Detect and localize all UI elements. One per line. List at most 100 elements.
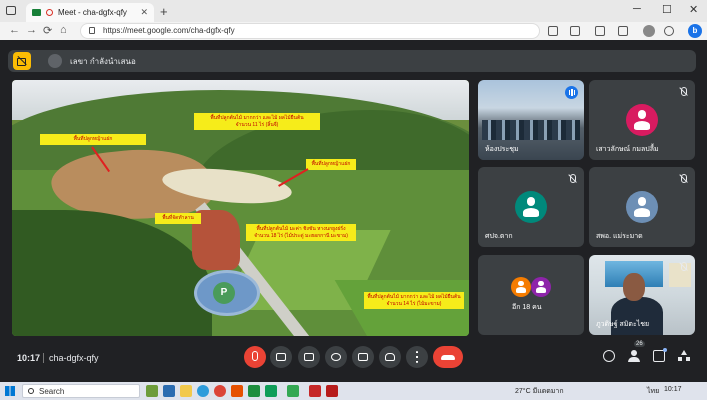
annotation-label: พื้นที่จัดทำลาน [155, 213, 201, 224]
participant-name: สพอ. แม่ระมาด [596, 233, 643, 240]
presenter-avatar [48, 54, 62, 68]
browser-chrome: Meet - cha-dgfx-qfy ✕ + ─ ☐ ✕ ← → ⟳ ⌂ ht… [0, 0, 707, 40]
meet-app-icon[interactable] [287, 385, 299, 397]
tab-meet[interactable]: Meet - cha-dgfx-qfy ✕ [26, 3, 154, 22]
avatar [626, 191, 658, 223]
meeting-attendees [482, 120, 580, 140]
search-text: Search [39, 387, 65, 396]
chrome-icon[interactable] [214, 385, 226, 397]
participant-tile[interactable]: ภูวดิษฐ์ สมิตะไชย [589, 255, 695, 335]
participant-name: เสาวลักษณ์ กมลปลื้ม [596, 146, 659, 153]
camera-toggle-button[interactable] [270, 346, 292, 368]
parking-sign: P [213, 282, 235, 304]
mic-off-icon [678, 174, 688, 184]
task-view-icon[interactable] [163, 385, 175, 397]
taskbar-search[interactable]: Search [22, 384, 140, 398]
annotation-label: พื้นที่ปลูกหญ้าแฝก [306, 159, 356, 170]
chat-notification-dot [663, 348, 667, 352]
extensions-icon[interactable] [548, 26, 558, 36]
favorites-icon[interactable] [595, 26, 605, 36]
mic-off-icon [252, 351, 258, 361]
taskbar: Search 27°C มีแดดมาก ไทย 10:17 [0, 382, 707, 400]
more-participants-tile[interactable]: อีก 18 คน [478, 255, 584, 335]
back-button[interactable]: ← [9, 24, 20, 36]
participant-tile[interactable]: ห้องประชุม [478, 80, 584, 160]
person [623, 273, 645, 301]
camera-icon [276, 353, 286, 361]
reload-button[interactable]: ⟳ [43, 24, 52, 37]
app-icon[interactable] [265, 385, 277, 397]
avatar [531, 277, 551, 297]
people-count-badge: 26 [634, 341, 645, 347]
browser-toolbar: ← → ⟳ ⌂ https://meet.google.com/cha-dgfx… [0, 22, 707, 40]
clock[interactable]: 10:17 [664, 386, 682, 393]
app-icon[interactable] [231, 385, 243, 397]
emoji-icon [331, 353, 341, 361]
tab-actions-icon[interactable] [6, 6, 16, 15]
close-window-button[interactable]: ✕ [689, 3, 698, 16]
annotation-label: พื้นที่ปลูกต้นไม้ มากกว่า และไม้ ผลไม้ยื… [364, 292, 464, 309]
mic-off-icon [678, 262, 688, 272]
mic-off-icon [678, 87, 688, 97]
bing-copilot-icon[interactable]: b [688, 24, 702, 38]
recording-icon [46, 9, 53, 16]
people-icon[interactable] [628, 350, 640, 362]
weather-text[interactable]: 27°C มีแดดมาก [515, 386, 564, 397]
participant-tile[interactable]: เสาวลักษณ์ กมลปลื้ม [589, 80, 695, 160]
pdf-app-icon[interactable] [309, 385, 321, 397]
more-options-button[interactable] [406, 346, 428, 368]
address-bar[interactable]: https://meet.google.com/cha-dgfx-qfy [80, 23, 540, 39]
speaking-indicator-icon [565, 86, 578, 99]
participant-name: ศปจ.ตาก [485, 233, 513, 240]
avatar [511, 277, 531, 297]
profile-avatar[interactable] [643, 25, 655, 37]
hand-icon [385, 353, 395, 361]
microphone-toggle-button[interactable] [244, 346, 266, 368]
annotation-label: พื้นที่ปลูกหญ้าแฝก [40, 134, 146, 145]
present-button[interactable] [352, 346, 374, 368]
end-call-icon [441, 355, 455, 360]
app-icon[interactable] [146, 385, 158, 397]
divider [43, 353, 44, 363]
meeting-controls: 10:17 cha-dgfx-qfy 26 [0, 341, 707, 382]
raise-hand-button[interactable] [379, 346, 401, 368]
activities-icon[interactable] [678, 350, 690, 362]
maximize-button[interactable]: ☐ [662, 3, 672, 16]
captions-button[interactable] [298, 346, 320, 368]
forward-button[interactable]: → [26, 24, 37, 36]
new-tab-button[interactable]: + [160, 4, 168, 19]
mic-off-icon [567, 174, 577, 184]
edge-icon[interactable] [197, 385, 209, 397]
collections-icon[interactable] [618, 26, 628, 36]
presentation-image: P พื้นที่ปลูกหญ้าแฝก พื้นที่ปลูกต้นไม้ ม… [12, 80, 469, 336]
meeting-details-icon[interactable] [603, 350, 615, 362]
participant-tile[interactable]: สพอ. แม่ระมาด [589, 167, 695, 247]
windows-start-icon[interactable] [5, 386, 15, 396]
presenting-banner: เลขา กำลังนำเสนอ [8, 50, 696, 72]
avatar [515, 191, 547, 223]
meeting-code: cha-dgfx-qfy [49, 353, 99, 363]
split-screen-icon[interactable] [570, 26, 580, 36]
participant-tile[interactable]: ศปจ.ตาก [478, 167, 584, 247]
file-explorer-icon[interactable] [180, 385, 192, 397]
avatar [626, 104, 658, 136]
tab-bar: Meet - cha-dgfx-qfy ✕ + ─ ☐ ✕ [0, 0, 707, 22]
reactions-button[interactable] [325, 346, 347, 368]
annotation-label: พื้นที่ปลูกต้นไม้ มากกว่า และไม้ ผลไม้ยื… [194, 113, 320, 130]
participant-name: ห้องประชุม [485, 146, 519, 153]
home-button[interactable]: ⌂ [60, 24, 67, 36]
leave-call-button[interactable] [433, 346, 463, 368]
present-screen-icon [358, 353, 368, 361]
search-icon [28, 388, 34, 394]
minimize-button[interactable]: ─ [633, 3, 641, 15]
meeting-time: 10:17 [17, 353, 41, 363]
more-options-icon[interactable] [664, 26, 674, 36]
lock-icon [89, 27, 95, 34]
app-icon[interactable] [326, 385, 338, 397]
close-tab-icon[interactable]: ✕ [140, 7, 148, 18]
meet-favicon-icon [32, 9, 41, 16]
camera-off-icon [13, 52, 31, 70]
app-icon[interactable] [248, 385, 260, 397]
language-indicator[interactable]: ไทย [647, 386, 659, 397]
annotation-label: พื้นที่ปลูกต้นไม้ มะค่า ชิงชัน หางนกยูงฝ… [246, 224, 356, 241]
